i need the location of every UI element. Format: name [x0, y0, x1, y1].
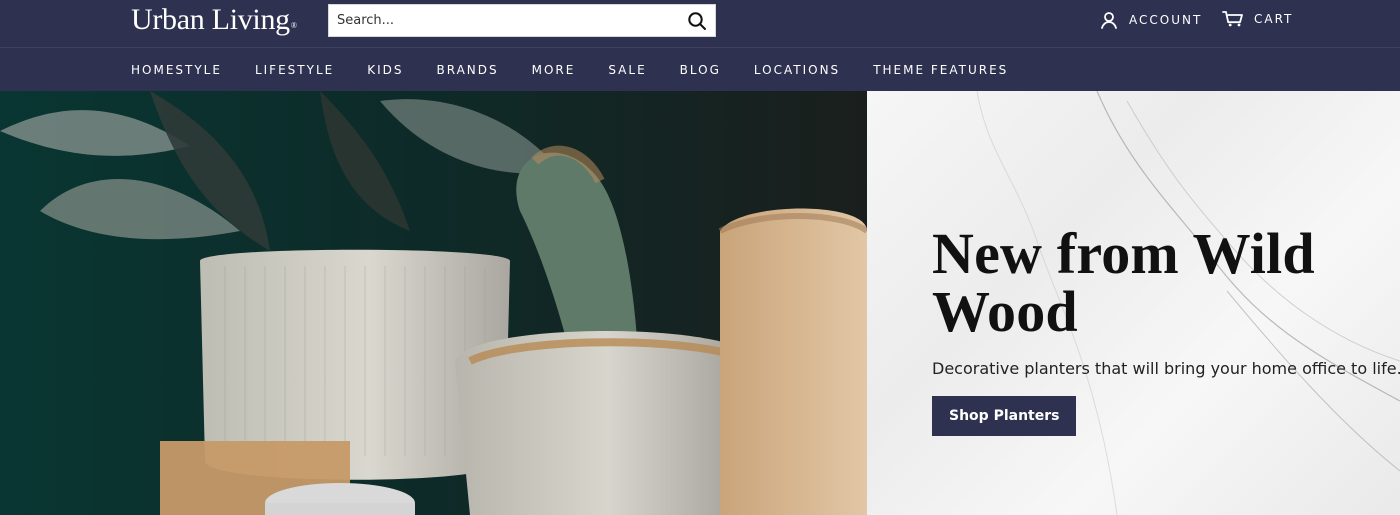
logo-text: Urban Living	[131, 3, 290, 36]
main-nav-links: HOMESTYLE LIFESTYLE KIDS BRANDS MORE SAL…	[131, 48, 1041, 91]
hero-image	[0, 91, 867, 515]
nav-item-more[interactable]: MORE	[532, 63, 576, 77]
nav-item-brands[interactable]: BRANDS	[436, 63, 498, 77]
nav-item-locations[interactable]: LOCATIONS	[754, 63, 840, 77]
main-nav: HOMESTYLE LIFESTYLE KIDS BRANDS MORE SAL…	[0, 48, 1400, 91]
search-button[interactable]	[679, 4, 715, 37]
search-icon	[688, 11, 706, 30]
registered-mark: ®	[290, 21, 297, 30]
hero-image-planters	[0, 91, 867, 515]
nav-item-homestyle[interactable]: HOMESTYLE	[131, 63, 222, 77]
search-bar	[328, 4, 716, 37]
cart-icon	[1222, 11, 1243, 27]
account-label: ACCOUNT	[1129, 13, 1203, 27]
hero-subtitle: Decorative planters that will bring your…	[932, 359, 1400, 378]
nav-item-lifestyle[interactable]: LIFESTYLE	[255, 63, 334, 77]
account-icon	[1101, 12, 1117, 29]
cart-link[interactable]: CART	[1222, 10, 1293, 28]
nav-item-theme-features[interactable]: THEME FEATURES	[873, 63, 1008, 77]
shop-planters-button[interactable]: Shop Planters	[932, 396, 1077, 436]
search-input[interactable]	[329, 5, 679, 36]
cart-label: CART	[1254, 12, 1294, 26]
account-link[interactable]: ACCOUNT	[1099, 10, 1202, 30]
hero-panel: New from Wild Wood Decorative planters t…	[867, 91, 1400, 515]
hero-title: New from Wild Wood	[932, 221, 1315, 344]
nav-item-blog[interactable]: BLOG	[680, 63, 721, 77]
site-logo[interactable]: Urban Living®	[131, 2, 297, 38]
top-header: Urban Living® ACCOUNT CART	[0, 0, 1400, 48]
nav-item-kids[interactable]: KIDS	[367, 63, 403, 77]
nav-item-sale[interactable]: SALE	[608, 63, 646, 77]
